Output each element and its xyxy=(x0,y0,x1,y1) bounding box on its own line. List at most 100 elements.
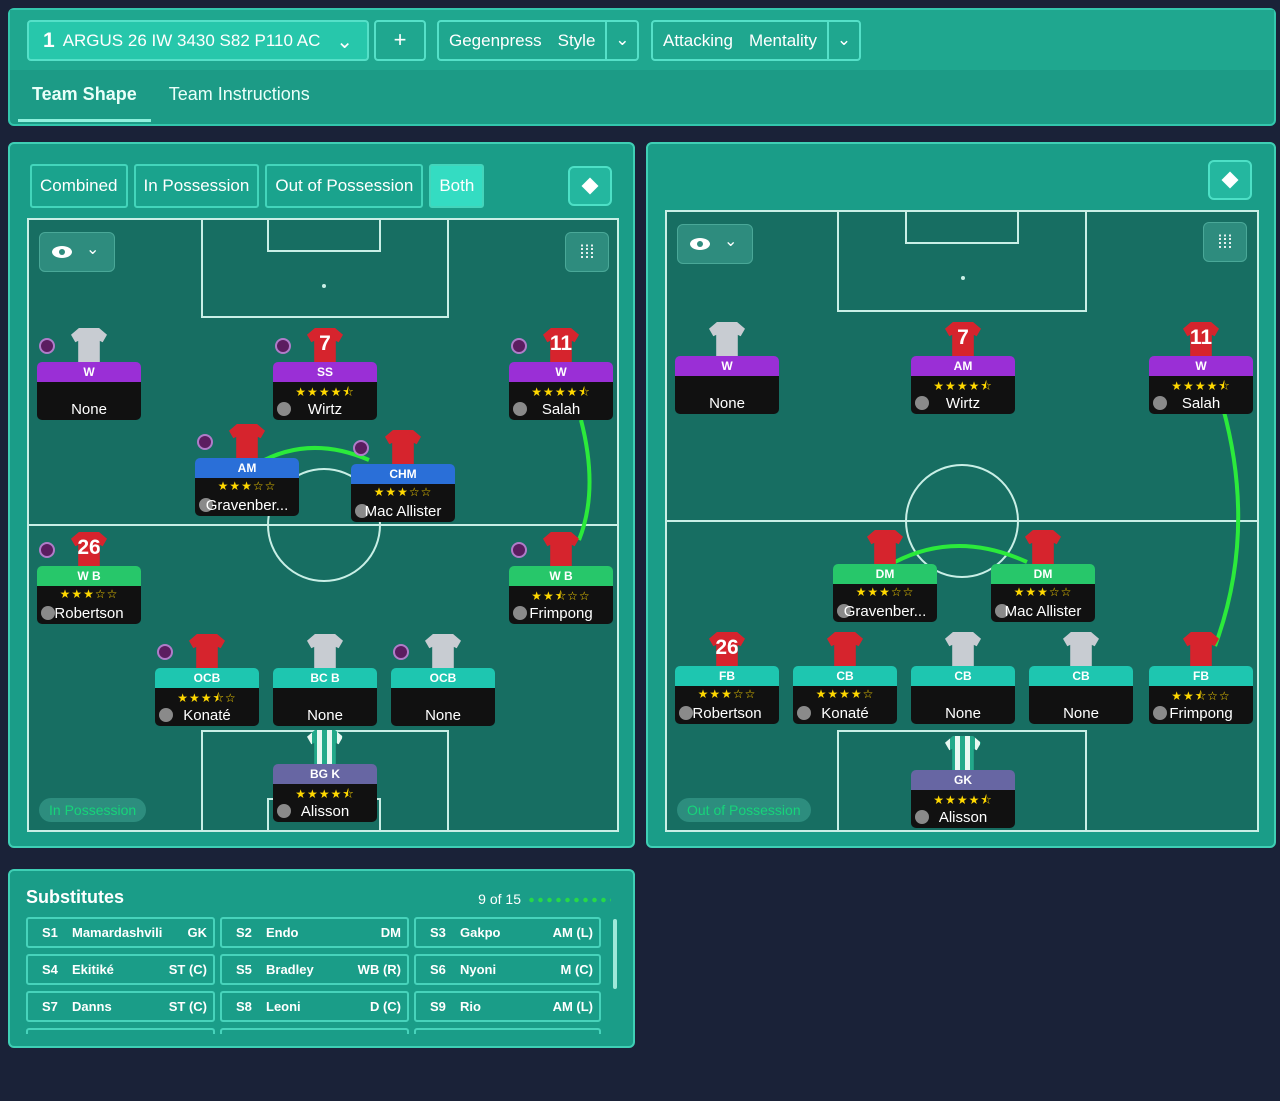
substitute-item-partial[interactable] xyxy=(220,1028,409,1034)
player-card[interactable]: FB ★★★☆☆ Robertson xyxy=(675,666,779,724)
substitute-item[interactable]: S8 Leoni D (C) xyxy=(220,991,409,1022)
player-info: ★★★☆☆ Gravenber... xyxy=(195,478,299,516)
player-card[interactable]: BG K ★★★★⯪ Alisson xyxy=(273,764,377,822)
tab-team-instructions[interactable]: Team Instructions xyxy=(155,78,324,122)
player-role: CB xyxy=(1029,666,1133,686)
player-card[interactable]: W B ★★⯪☆☆ Frimpong xyxy=(509,566,613,624)
player-role: FB xyxy=(1149,666,1253,686)
player-info: ★★★☆☆ Mac Allister xyxy=(351,484,455,522)
player-card[interactable]: FB ★★⯪☆☆ Frimpong xyxy=(1149,666,1253,724)
chevron-down-icon[interactable]: ⌄ xyxy=(605,22,637,59)
player-badge-icon xyxy=(197,434,213,450)
substitute-item[interactable]: S3 Gakpo AM (L) xyxy=(414,917,601,948)
substitute-item[interactable]: S6 Nyoni M (C) xyxy=(414,954,601,985)
player-card[interactable]: DM ★★★☆☆ Gravenber... xyxy=(833,564,937,622)
player-card[interactable]: CB ★★★★☆ Konaté xyxy=(793,666,897,724)
substitute-name: Leoni xyxy=(266,999,301,1014)
formation-diamond-icon[interactable] xyxy=(568,166,612,206)
player-role: BC B xyxy=(273,668,377,688)
player-card[interactable]: W None xyxy=(675,356,779,414)
style-selector[interactable]: Gegenpress Style ⌄ xyxy=(437,20,640,61)
player-role: AM xyxy=(195,458,299,478)
player-card[interactable]: OCB ★★★⯪☆ Konaté xyxy=(155,668,259,726)
player-card[interactable]: GK ★★★★⯪ Alisson xyxy=(911,770,1015,828)
tab-team-shape[interactable]: Team Shape xyxy=(18,78,151,122)
player-name: Gravenber... xyxy=(205,497,289,514)
chevron-down-icon[interactable]: ⌄ xyxy=(826,22,859,59)
player-card[interactable]: AM ★★★☆☆ Gravenber... xyxy=(195,458,299,516)
substitutes-count: 9 of 15 xyxy=(478,891,521,907)
substitutes-panel: Substitutes 9 of 15 S1 Mamardashvili GK S2 E… xyxy=(8,869,635,1048)
player-role: DM xyxy=(991,564,1095,584)
substitute-position: D (C) xyxy=(369,999,401,1014)
player-info: ★★★★⯪ Salah xyxy=(1149,376,1253,414)
player-role: W xyxy=(675,356,779,376)
chevron-down-icon: ⌄ xyxy=(86,241,100,258)
filter-in-possession[interactable]: In Possession xyxy=(133,164,260,208)
tactic-name: ARGUS 26 IW 3430 S82 P110 AC xyxy=(62,30,321,50)
player-badge-icon xyxy=(39,338,55,354)
player-info: ★★★★☆ Konaté xyxy=(793,686,897,724)
player-card[interactable]: W B ★★★☆☆ Robertson xyxy=(37,566,141,624)
substitute-position: ST (C) xyxy=(168,962,207,977)
substitute-item[interactable]: S9 Rio AM (L) xyxy=(414,991,601,1022)
substitute-item[interactable]: S7 Danns ST (C) xyxy=(26,991,215,1022)
player-badge-icon xyxy=(39,542,55,558)
substitute-item-partial[interactable] xyxy=(414,1028,601,1034)
player-info: ★★★★⯪ Alisson xyxy=(911,790,1015,828)
player-role: OCB xyxy=(155,668,259,688)
substitute-item[interactable]: S5 Bradley WB (R) xyxy=(220,954,409,985)
filter-out-of-possession[interactable]: Out of Possession xyxy=(265,164,424,208)
substitutes-scrollbar[interactable] xyxy=(613,919,617,989)
substitute-position: GK xyxy=(187,925,208,940)
player-card[interactable]: CB None xyxy=(911,666,1015,724)
link-dm-dm xyxy=(894,544,1028,564)
player-role: BG K xyxy=(273,764,377,784)
pitch-out-of-possession: ⌄ ⁞⁞⁞ W None 7 AM ★★★★⯪ Wirtz 11 W ★★★★⯪ Salah DM ★… xyxy=(665,210,1259,832)
player-role: DM xyxy=(833,564,937,584)
player-card[interactable]: AM ★★★★⯪ Wirtz xyxy=(911,356,1015,414)
style-label: Style xyxy=(557,30,596,50)
player-name: Gravenber... xyxy=(843,603,927,620)
player-name: Salah xyxy=(1181,395,1221,412)
player-name: Robertson xyxy=(692,705,762,722)
grid-icon[interactable]: ⁞⁞⁞ xyxy=(565,232,609,272)
substitute-name: Rio xyxy=(460,999,481,1014)
substitute-item[interactable]: S2 Endo DM xyxy=(220,917,409,948)
player-card[interactable]: SS ★★★★⯪ Wirtz xyxy=(273,362,377,420)
player-card[interactable]: CB None xyxy=(1029,666,1133,724)
player-card[interactable]: DM ★★★☆☆ Mac Allister xyxy=(991,564,1095,622)
player-card[interactable]: W ★★★★⯪ Salah xyxy=(1149,356,1253,414)
player-card[interactable]: CHM ★★★☆☆ Mac Allister xyxy=(351,464,455,522)
player-info: ★★⯪☆☆ Frimpong xyxy=(1149,686,1253,724)
player-info: ★★★★⯪ Alisson xyxy=(273,784,377,822)
mentality-label: Mentality xyxy=(748,30,817,50)
filter-both[interactable]: Both xyxy=(429,164,485,208)
add-tactic-button[interactable]: + xyxy=(374,20,426,61)
phase-filter: Combined In Possession Out of Possession… xyxy=(30,164,490,208)
player-name: Alisson xyxy=(938,809,988,826)
tactic-selector[interactable]: 1 ARGUS 26 IW 3430 S82 P110 AC ⌄ xyxy=(27,20,369,61)
filter-combined[interactable]: Combined xyxy=(30,164,128,208)
substitute-name: Nyoni xyxy=(460,962,497,977)
view-options-button[interactable]: ⌄ xyxy=(677,224,753,264)
player-rating: ★★★☆☆ xyxy=(217,479,277,493)
player-card[interactable]: OCB None xyxy=(391,668,495,726)
substitute-item[interactable]: S1 Mamardashvili GK xyxy=(26,917,215,948)
player-card[interactable]: BC B None xyxy=(273,668,377,726)
link-rw-rfb xyxy=(1213,407,1241,647)
mentality-selector[interactable]: Attacking Mentality ⌄ xyxy=(651,20,861,61)
substitute-item-partial[interactable] xyxy=(26,1028,215,1034)
substitute-slot: S9 xyxy=(430,999,446,1014)
player-card[interactable]: W None xyxy=(37,362,141,420)
substitute-item[interactable]: S4 Ekitiké ST (C) xyxy=(26,954,215,985)
player-card[interactable]: W ★★★★⯪ Salah xyxy=(509,362,613,420)
formation-diamond-icon[interactable] xyxy=(1208,160,1252,200)
grid-icon[interactable]: ⁞⁞⁞ xyxy=(1203,222,1247,262)
view-options-button[interactable]: ⌄ xyxy=(39,232,115,272)
player-info: ★★★★⯪ Wirtz xyxy=(273,382,377,420)
player-name: Konaté xyxy=(183,707,231,724)
tactic-number: 1 xyxy=(43,28,55,52)
tactic-header: 1 ARGUS 26 IW 3430 S82 P110 AC ⌄ + Gegen… xyxy=(8,8,1276,126)
player-badge-icon xyxy=(157,644,173,660)
